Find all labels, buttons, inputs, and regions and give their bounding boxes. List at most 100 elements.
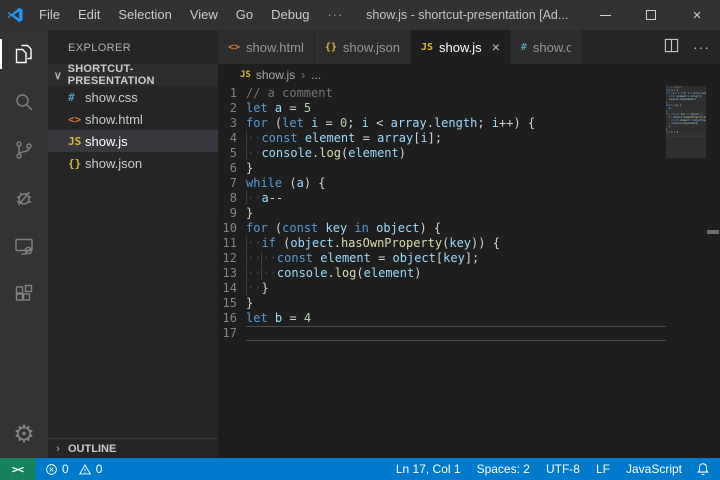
line-text: ··const element = array[i]; bbox=[246, 131, 666, 146]
line-number: 5 bbox=[218, 146, 246, 161]
code-editor[interactable]: 1// a comment2let a = 53for (let i = 0; … bbox=[218, 86, 720, 458]
breadcrumb[interactable]: JS show.js › ... bbox=[218, 64, 720, 86]
code-line-17[interactable]: 17 bbox=[218, 326, 666, 341]
status-cursor-position[interactable]: Ln 17, Col 1 bbox=[388, 462, 469, 476]
outline-section[interactable]: › OUTLINE bbox=[48, 438, 218, 458]
code-line-10[interactable]: 10for (const key in object) { bbox=[218, 221, 666, 236]
line-text: ··if (object.hasOwnProperty(key)) { bbox=[246, 236, 666, 251]
file-name: show.json bbox=[85, 156, 142, 171]
code-line-17[interactable] bbox=[666, 134, 706, 137]
close-button[interactable]: × bbox=[674, 0, 720, 30]
code-line-8[interactable]: 8··a-- bbox=[218, 191, 666, 206]
file-type-icon: JS bbox=[68, 135, 85, 148]
status-encoding[interactable]: UTF-8 bbox=[538, 462, 588, 476]
file-item-show.json[interactable]: {}show.json bbox=[48, 152, 218, 174]
run-and-debug-icon[interactable] bbox=[0, 174, 48, 222]
code-line-15[interactable]: 15} bbox=[218, 296, 666, 311]
code-line-3[interactable]: 3for (let i = 0; i < array.length; i++) … bbox=[218, 116, 666, 131]
tab-show.html[interactable]: <>show.html bbox=[218, 30, 314, 64]
code-line-13[interactable]: 13····console.log(element) bbox=[218, 266, 666, 281]
status-right: Ln 17, Col 1Spaces: 2UTF-8LFJavaScript bbox=[388, 462, 690, 476]
maximize-button[interactable] bbox=[628, 0, 674, 30]
tab-show.css[interactable]: #show.css bbox=[511, 30, 581, 64]
more-actions-icon[interactable]: ··· bbox=[693, 39, 710, 55]
code-line-16[interactable]: 16let b = 4 bbox=[218, 311, 666, 326]
line-text: } bbox=[246, 296, 666, 311]
minimap-content: // a commentlet a = 5for (let i = 0; i <… bbox=[666, 86, 706, 137]
code-line-6[interactable]: 6} bbox=[218, 161, 666, 176]
code-lines: 1// a comment2let a = 53for (let i = 0; … bbox=[218, 86, 666, 341]
window-title: show.js - shortcut-presentation [Ad... bbox=[352, 8, 582, 22]
problems-status[interactable]: 0 0 bbox=[45, 462, 102, 476]
code-line-5[interactable]: 5··console.log(element) bbox=[218, 146, 666, 161]
search-icon[interactable] bbox=[0, 78, 48, 126]
file-item-show.js[interactable]: JSshow.js bbox=[48, 130, 218, 152]
line-number: 1 bbox=[218, 86, 246, 101]
line-number: 11 bbox=[218, 236, 246, 251]
menu-view[interactable]: View bbox=[181, 0, 227, 30]
code-line-4[interactable]: 4··const element = array[i]; bbox=[218, 131, 666, 146]
file-name: show.js bbox=[85, 134, 128, 149]
overview-ruler[interactable] bbox=[706, 86, 720, 458]
line-number: 14 bbox=[218, 281, 246, 296]
minimap[interactable]: // a commentlet a = 5for (let i = 0; i <… bbox=[666, 86, 706, 458]
tab-show.json[interactable]: {}show.json bbox=[315, 30, 410, 64]
tab-show.js[interactable]: JSshow.js× bbox=[411, 30, 510, 64]
window-controls: × bbox=[582, 0, 720, 30]
source-control-icon[interactable] bbox=[0, 126, 48, 174]
line-text: ····const element = object[key]; bbox=[246, 251, 666, 266]
menu-bar: FileEditSelectionViewGoDebug··· bbox=[30, 0, 352, 30]
line-number: 17 bbox=[218, 326, 246, 341]
folder-row[interactable]: ∨ SHORTCUT-PRESENTATION bbox=[48, 64, 218, 86]
code-line-7[interactable]: 7while (a) { bbox=[218, 176, 666, 191]
menu-file[interactable]: File bbox=[30, 0, 69, 30]
chevron-down-icon: ∨ bbox=[48, 69, 68, 82]
code-line-2[interactable]: 2let a = 5 bbox=[218, 101, 666, 116]
status-indentation[interactable]: Spaces: 2 bbox=[469, 462, 538, 476]
file-type-icon: <> bbox=[68, 113, 85, 126]
file-item-show.css[interactable]: #show.css bbox=[48, 86, 218, 108]
tab-label: show.json bbox=[343, 40, 400, 55]
menu-selection[interactable]: Selection bbox=[109, 0, 180, 30]
breadcrumb-file[interactable]: show.js bbox=[256, 68, 295, 82]
settings-gear-icon[interactable]: ⚙ bbox=[0, 410, 48, 458]
file-name: show.html bbox=[85, 112, 143, 127]
menu-debug[interactable]: Debug bbox=[262, 0, 318, 30]
status-language-mode[interactable]: JavaScript bbox=[618, 462, 690, 476]
activity-bar: ⚙ bbox=[0, 30, 48, 458]
code-line-14[interactable]: 14··} bbox=[218, 281, 666, 296]
code-line-9[interactable]: 9} bbox=[218, 206, 666, 221]
chevron-right-icon: › bbox=[48, 443, 68, 455]
menu-edit[interactable]: Edit bbox=[69, 0, 109, 30]
menu-more-icon[interactable]: ··· bbox=[318, 0, 352, 30]
remote-indicator[interactable]: >< bbox=[0, 458, 35, 480]
code-line-12[interactable]: 12····const element = object[key]; bbox=[218, 251, 666, 266]
line-text bbox=[666, 134, 706, 137]
title-bar: FileEditSelectionViewGoDebug··· show.js … bbox=[0, 0, 720, 30]
file-type-icon: # bbox=[68, 91, 85, 104]
code-line-11[interactable]: 11··if (object.hasOwnProperty(key)) { bbox=[218, 236, 666, 251]
line-text: } bbox=[246, 206, 666, 221]
outline-label: OUTLINE bbox=[68, 443, 116, 455]
vscode-logo-icon bbox=[0, 6, 30, 24]
breadcrumb-separator: › bbox=[301, 68, 305, 82]
vscode-window: FileEditSelectionViewGoDebug··· show.js … bbox=[0, 0, 720, 480]
breadcrumb-more[interactable]: ... bbox=[311, 68, 321, 82]
code-line-1[interactable]: 1// a comment bbox=[218, 86, 666, 101]
minimize-button[interactable] bbox=[582, 0, 628, 30]
line-number: 9 bbox=[218, 206, 246, 221]
line-number: 7 bbox=[218, 176, 246, 191]
notifications-bell-icon[interactable] bbox=[690, 462, 720, 476]
split-editor-icon[interactable] bbox=[664, 38, 679, 56]
file-item-show.html[interactable]: <>show.html bbox=[48, 108, 218, 130]
line-number: 6 bbox=[218, 161, 246, 176]
close-tab-icon[interactable]: × bbox=[492, 39, 500, 55]
line-text: let b = 4 bbox=[246, 311, 666, 326]
warning-count: 0 bbox=[96, 462, 103, 476]
menu-go[interactable]: Go bbox=[227, 0, 262, 30]
line-number: 4 bbox=[218, 131, 246, 146]
status-eol[interactable]: LF bbox=[588, 462, 618, 476]
remote-explorer-icon[interactable] bbox=[0, 222, 48, 270]
extensions-icon[interactable] bbox=[0, 270, 48, 318]
explorer-icon[interactable] bbox=[0, 30, 48, 78]
